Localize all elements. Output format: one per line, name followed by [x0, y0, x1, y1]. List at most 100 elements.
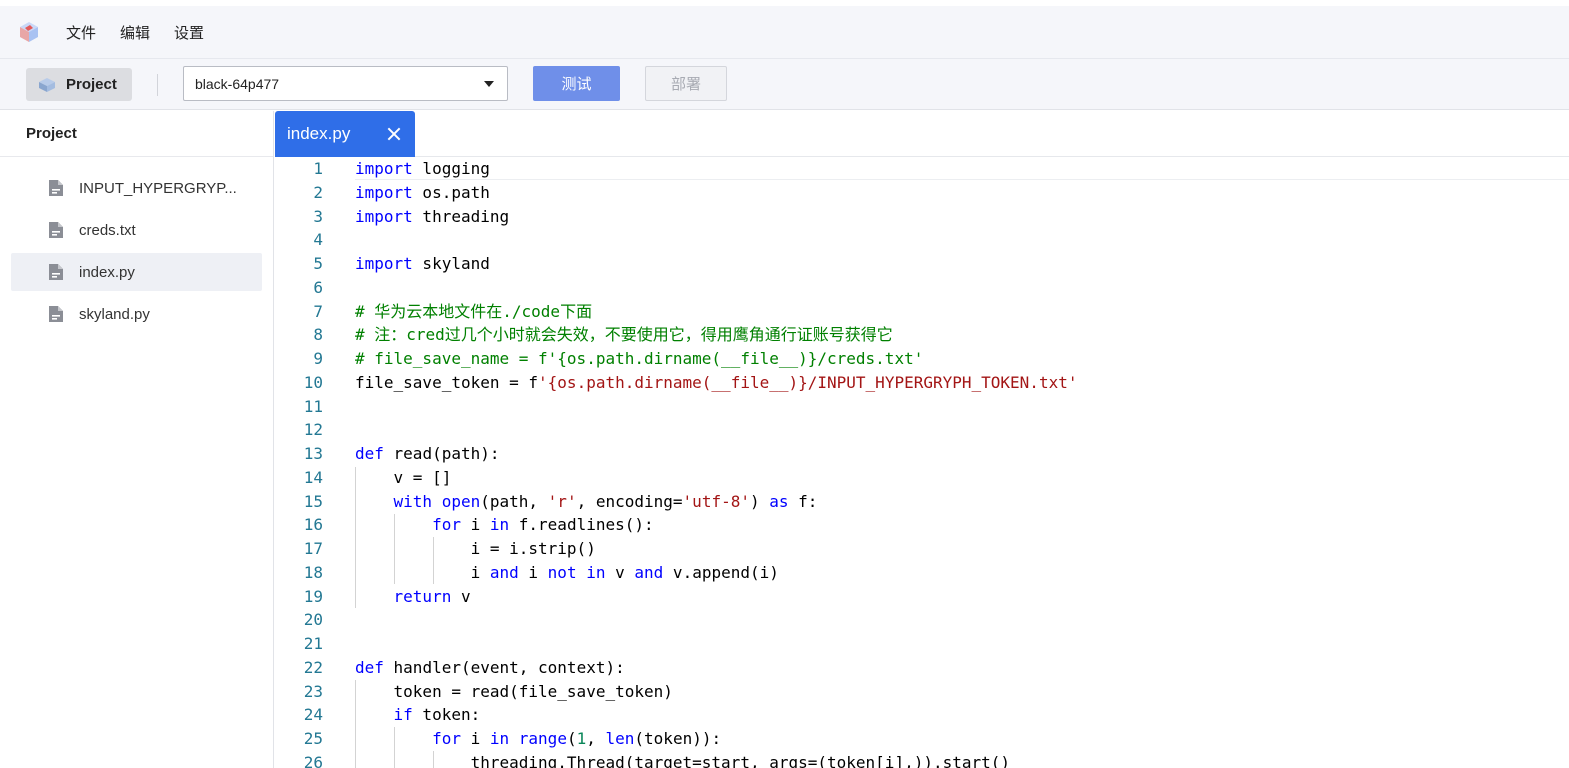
deploy-button[interactable]: 部署 — [645, 66, 727, 101]
file-icon — [48, 221, 64, 239]
code-line: 6 — [275, 276, 1569, 300]
file-name: skyland.py — [79, 305, 150, 323]
code-line: 14 v = [] — [275, 466, 1569, 490]
indent-guide — [433, 537, 434, 584]
line-number: 23 — [303, 681, 323, 701]
code-text: # file_save_name = f'{os.path.dirname(__… — [355, 349, 924, 368]
code-text: with open(path, 'r', encoding='utf-8') a… — [393, 491, 818, 511]
project-button-label: Project — [66, 76, 117, 93]
code-text: i and i not in v and v.append(i) — [355, 562, 779, 582]
code-line: 20 — [275, 608, 1569, 632]
project-sidebar: Project INPUT_HYPERGRYP... creds.txt ind… — [0, 111, 274, 768]
code-line: 5 import skyland — [275, 252, 1569, 276]
line-number: 25 — [303, 729, 323, 748]
code-line: 17 i = i.strip() — [275, 537, 1569, 561]
code-line: 22 def handler(event, context): — [275, 656, 1569, 680]
line-number: 24 — [303, 705, 323, 725]
code-text: def read(path): — [355, 444, 500, 463]
line-number: 16 — [303, 515, 323, 535]
line-number: 22 — [303, 657, 323, 677]
code-editor[interactable]: 1 import logging 2 import os.path 3 import th… — [275, 157, 1569, 768]
code-line: 23 token = read(file_save_token) — [275, 680, 1569, 704]
indent-guide — [355, 680, 356, 768]
project-cube-icon — [38, 77, 56, 93]
code-text: if token: — [393, 705, 481, 725]
test-button[interactable]: 测试 — [533, 66, 620, 101]
code-line: 16 for i in f.readlines(): — [275, 513, 1569, 537]
code-text: import os.path — [355, 182, 490, 202]
line-number: 13 — [303, 444, 323, 463]
editor-tab-bar: index.py — [275, 111, 1569, 157]
close-icon[interactable] — [387, 127, 401, 141]
toolbar: Project black-64p477 测试 部署 — [0, 58, 1569, 110]
file-item[interactable]: INPUT_HYPERGRYP... — [11, 169, 262, 207]
line-number: 4 — [313, 230, 323, 250]
code-text: for i in f.readlines(): — [432, 515, 654, 535]
line-number: 8 — [313, 325, 323, 345]
line-number: 1 — [313, 159, 323, 178]
project-button[interactable]: Project — [26, 68, 132, 101]
line-number: 15 — [303, 491, 323, 511]
file-name: index.py — [79, 263, 135, 281]
code-line: 3 import threading — [275, 205, 1569, 229]
code-text: # 注：cred过几个小时就会失效，不要使用它，得用鹰角通行证账号获得它 — [355, 325, 893, 345]
line-number: 21 — [303, 634, 323, 653]
code-line: 21 — [275, 632, 1569, 656]
indent-guide — [394, 727, 395, 768]
line-number: 3 — [313, 206, 323, 226]
file-list: INPUT_HYPERGRYP... creds.txt index.py sk… — [0, 157, 273, 333]
code-line: 12 — [275, 418, 1569, 442]
line-number: 17 — [303, 539, 323, 558]
line-number: 2 — [313, 182, 323, 202]
code-line: 13 def read(path): — [275, 442, 1569, 466]
code-line: 25 for i in range(1, len(token)): — [275, 727, 1569, 751]
menu-edit[interactable]: 编辑 — [120, 22, 150, 43]
function-select[interactable]: black-64p477 — [183, 66, 508, 101]
indent-guide — [394, 514, 395, 584]
line-number: 5 — [313, 254, 323, 273]
file-icon — [48, 263, 64, 281]
line-number: 6 — [313, 277, 323, 297]
code-text: import logging — [355, 159, 490, 178]
code-line: 4 — [275, 228, 1569, 252]
line-number: 11 — [303, 396, 323, 416]
indent-guide — [355, 467, 356, 608]
line-number: 26 — [303, 752, 323, 768]
code-text: token = read(file_save_token) — [355, 681, 673, 701]
code-text: file_save_token = f'{os.path.dirname(__f… — [355, 372, 1078, 392]
code-text: threading.Thread(target=start, args=(tok… — [355, 752, 1011, 768]
dropdown-caret-icon — [484, 80, 494, 87]
file-icon — [48, 305, 64, 323]
code-line: 26 threading.Thread(target=start, args=(… — [275, 751, 1569, 768]
code-line: 19 return v — [275, 585, 1569, 609]
menu-bar: 文件 编辑 设置 — [0, 6, 1569, 58]
menu-settings[interactable]: 设置 — [174, 22, 204, 43]
code-text: # 华为云本地文件在./code下面 — [355, 301, 593, 321]
line-number: 18 — [303, 562, 323, 582]
line-number: 9 — [313, 349, 323, 368]
menu-file[interactable]: 文件 — [66, 22, 96, 43]
code-text: return v — [393, 586, 471, 606]
line-number: 14 — [303, 467, 323, 487]
tab-index-py[interactable]: index.py — [275, 111, 415, 157]
file-name: INPUT_HYPERGRYP... — [79, 179, 237, 197]
file-name: creds.txt — [79, 221, 136, 239]
code-line: 7 # 华为云本地文件在./code下面 — [275, 300, 1569, 324]
code-text: for i in range(1, len(token)): — [432, 729, 722, 748]
code-text: v = [] — [355, 467, 452, 487]
code-line: 9 # file_save_name = f'{os.path.dirname(_… — [275, 347, 1569, 371]
code-line: 10 file_save_token = f'{os.path.dirname(_… — [275, 371, 1569, 395]
code-line: 1 import logging — [275, 157, 1569, 181]
code-line: 18 i and i not in v and v.append(i) — [275, 561, 1569, 585]
file-item[interactable]: creds.txt — [11, 211, 262, 249]
line-number: 7 — [313, 301, 323, 321]
file-icon — [48, 179, 64, 197]
code-text: import threading — [355, 206, 510, 226]
code-line: 15 with open(path, 'r', encoding='utf-8'… — [275, 490, 1569, 514]
line-number: 19 — [303, 586, 323, 606]
code-text: import skyland — [355, 254, 490, 273]
file-item-active[interactable]: index.py — [11, 253, 262, 291]
code-line: 2 import os.path — [275, 181, 1569, 205]
code-line: 24 if token: — [275, 703, 1569, 727]
file-item[interactable]: skyland.py — [11, 295, 262, 333]
